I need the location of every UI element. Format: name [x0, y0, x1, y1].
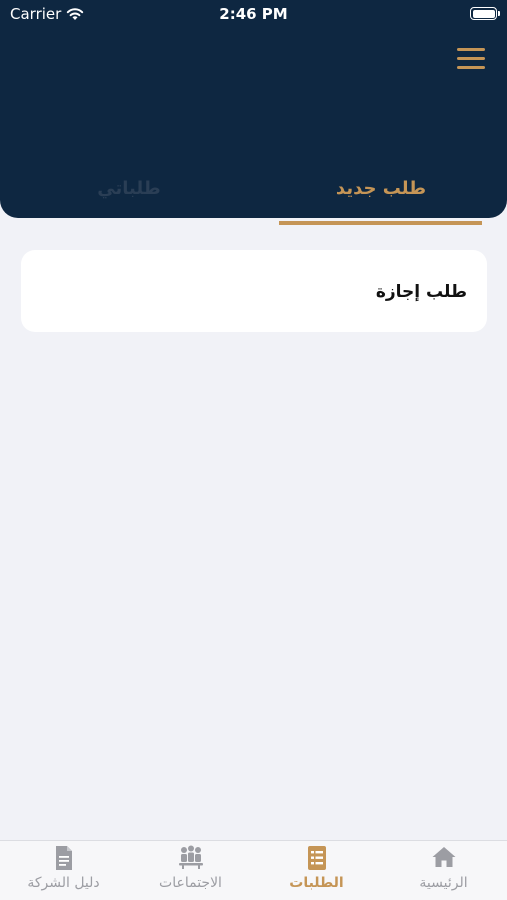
app-header: Carrier 2:46 PM طلب جديد طلباتي [0, 0, 507, 218]
menu-line [457, 48, 485, 51]
requests-icon [307, 846, 326, 870]
status-bar: Carrier 2:46 PM [0, 0, 507, 28]
tab-bar-requests[interactable]: الطلبات [253, 841, 380, 900]
menu-line [457, 66, 485, 69]
tab-my-requests[interactable]: طلباتي [28, 178, 230, 218]
request-option-card[interactable]: طلب إجازة [21, 250, 487, 332]
active-tab-indicator [279, 221, 482, 225]
tab-bar-home[interactable]: الرئيسية [380, 841, 507, 900]
tab-new-request[interactable]: طلب جديد [280, 178, 482, 218]
status-time: 2:46 PM [219, 5, 288, 23]
document-icon [55, 846, 72, 870]
home-icon [432, 847, 455, 867]
hamburger-menu-icon[interactable] [457, 46, 487, 70]
tab-bar-company-directory[interactable]: دليل الشركة [0, 841, 127, 900]
tab-bar-label: الرئيسية [419, 875, 468, 891]
tab-bar-meetings[interactable]: الاجتماعات [127, 841, 254, 900]
tab-bar-label: الطلبات [289, 875, 344, 891]
tab-bar-label: دليل الشركة [27, 875, 100, 891]
tab-bar-label: الاجتماعات [159, 875, 222, 891]
menu-line [457, 57, 485, 60]
battery-icon [470, 7, 500, 20]
battery-level [472, 9, 495, 18]
meetings-icon [178, 845, 203, 869]
bottom-tab-bar: الرئيسية الطلبات الاجتماعات دليل الشركة [0, 840, 507, 900]
request-option-label: طلب إجازة [375, 282, 467, 302]
